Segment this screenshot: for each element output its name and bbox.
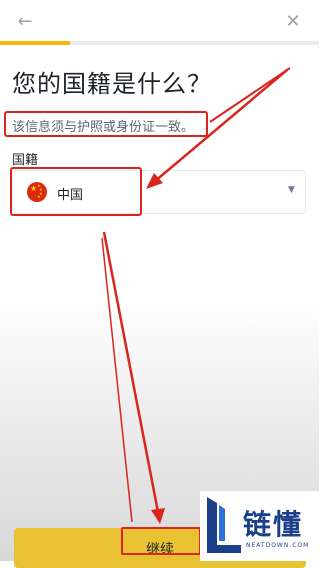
annotation-arrowhead-3 (151, 508, 165, 524)
annotation-arrow-2 (153, 69, 288, 183)
watermark: 链懂 NEATDOWN.COM (200, 491, 319, 561)
watermark-logo-icon (207, 497, 241, 553)
annotation-arrow-4 (101, 237, 133, 523)
watermark-text: 链懂 (243, 508, 304, 541)
watermark-subtext: NEATDOWN.COM (246, 542, 310, 549)
annotation-arrow-3 (102, 231, 160, 513)
annotation-arrows (101, 67, 291, 524)
